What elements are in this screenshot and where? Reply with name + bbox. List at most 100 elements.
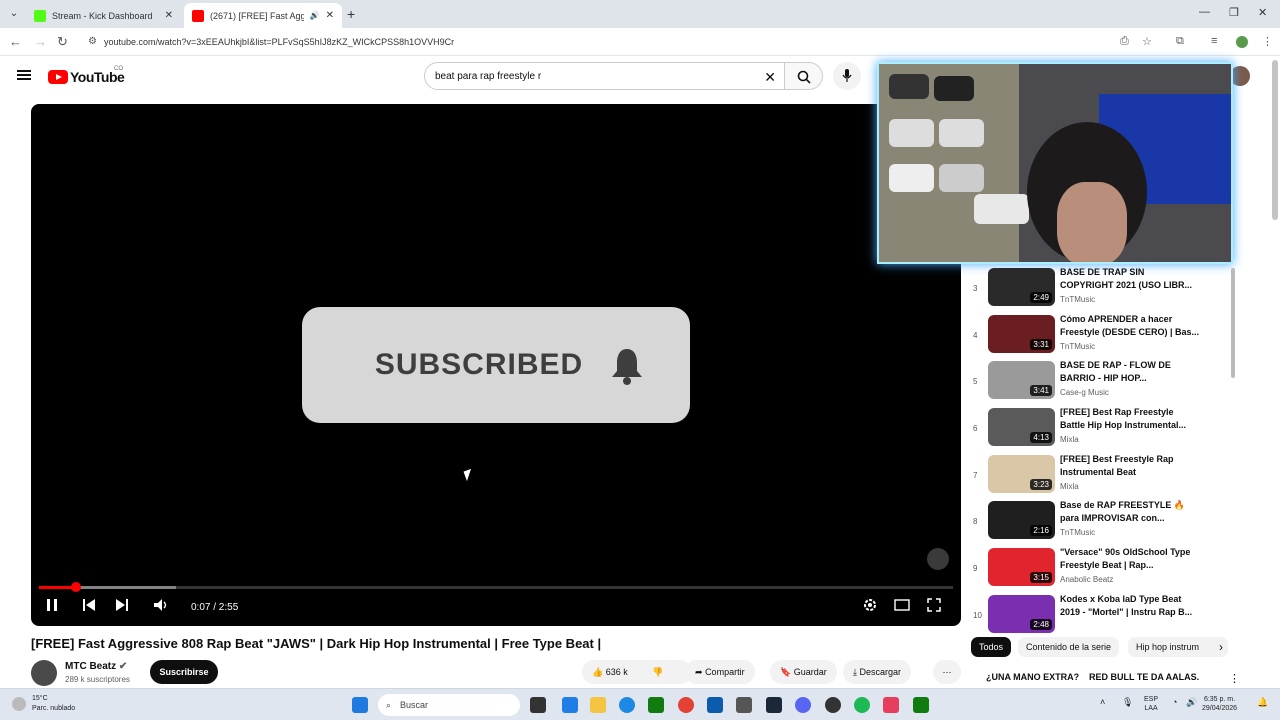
profile-icon[interactable] <box>1236 36 1248 48</box>
playlist-item-title[interactable]: Cómo APRENDER a hacer Freestyle (DESDE C… <box>1060 313 1200 339</box>
video-thumbnail[interactable]: 2:48 <box>988 594 1055 633</box>
menu-icon[interactable]: ⋮ <box>1262 35 1273 48</box>
speaker-icon[interactable]: 🔊 <box>310 11 320 20</box>
download-button[interactable]: ⤓ Descargar <box>843 660 912 684</box>
hamburger-menu-icon[interactable] <box>17 70 31 80</box>
playlist-item-title[interactable]: [FREE] Best Freestyle Rap Instrumental B… <box>1060 453 1200 479</box>
app-icon[interactable] <box>736 697 752 713</box>
playlist-item[interactable]: 10 2:48 Kodes x Koba laD Type Beat 2019 - … <box>973 593 1238 640</box>
scrubber-handle[interactable] <box>70 582 81 592</box>
video-thumbnail[interactable]: 2:49 <box>988 268 1055 306</box>
chip-series-content[interactable]: Contenido de la serie <box>1018 637 1120 657</box>
playlist-item-title[interactable]: BASE DE RAP - FLOW DE BARRIO - HIP HOP..… <box>1060 359 1200 385</box>
video-thumbnail[interactable]: 3:23 <box>988 454 1055 493</box>
windows-start-icon[interactable] <box>352 697 368 713</box>
forward-icon[interactable]: → <box>34 34 47 49</box>
video-thumbnail[interactable]: 4:13 <box>988 408 1055 447</box>
progress-bar[interactable] <box>39 582 953 592</box>
video-thumbnail[interactable]: 3:31 <box>988 314 1055 353</box>
page-scrollbar[interactable] <box>1272 60 1278 220</box>
network-icon[interactable]: ◔ <box>1172 698 1177 707</box>
volume-tray-icon[interactable]: 🔊 <box>1186 698 1197 707</box>
playlist-item[interactable]: 3 2:49 BASE DE TRAP SIN COPYRIGHT 2021 (US… <box>973 266 1238 313</box>
playlist-item[interactable]: 6 4:13 [FREE] Best Rap Freestyle Battle Hi… <box>973 406 1238 453</box>
clear-search-icon[interactable]: ✕ <box>764 63 776 91</box>
discord-icon[interactable] <box>795 697 811 713</box>
bookmark-star-icon[interactable]: ☆ <box>1142 35 1152 48</box>
more-actions-button[interactable]: ⋯ <box>933 660 961 684</box>
minimize-button[interactable]: — <box>1199 6 1210 18</box>
previous-button[interactable] <box>82 598 96 615</box>
taskbar-search[interactable]: ⌕ Buscar <box>378 694 520 716</box>
voice-search-button[interactable] <box>833 62 861 90</box>
xbox-app-icon[interactable] <box>913 697 929 713</box>
close-tab-icon[interactable]: ✕ <box>326 10 334 21</box>
chip-todos[interactable]: Todos <box>971 637 1012 657</box>
playlist-scrollbar[interactable] <box>1231 268 1235 378</box>
playlist-item[interactable]: 5 3:41 BASE DE RAP - FLOW DE BARRIO - HIP … <box>973 359 1238 406</box>
store-icon[interactable] <box>707 697 723 713</box>
fullscreen-button[interactable] <box>927 598 941 615</box>
chip-hip-hop[interactable]: Hip hop instrum <box>1128 637 1228 657</box>
next-button[interactable] <box>115 598 129 615</box>
promo-menu-icon[interactable]: ⋮ <box>1229 672 1240 685</box>
chevron-right-icon[interactable]: › <box>1219 640 1223 654</box>
channel-avatar[interactable] <box>31 660 57 686</box>
back-icon[interactable]: ← <box>9 34 22 49</box>
music-icon[interactable] <box>883 697 899 713</box>
chrome-icon[interactable] <box>678 697 694 713</box>
channel-name[interactable]: MTC Beatz ✔ <box>65 661 127 672</box>
spotify-icon[interactable] <box>854 697 870 713</box>
playlist-item-title[interactable]: BASE DE TRAP SIN COPYRIGHT 2021 (USO LIB… <box>1060 266 1200 292</box>
playlist-item-title[interactable]: "Versace" 90s OldSchool Type Freestyle B… <box>1060 546 1200 572</box>
video-thumbnail[interactable]: 3:15 <box>988 548 1055 587</box>
tray-chevron-icon[interactable]: ˄ <box>1100 698 1105 707</box>
extensions-icon[interactable]: ⧉ <box>1176 35 1184 48</box>
playlist-item[interactable]: 4 3:31 Cómo APRENDER a hacer Freestyle (DE… <box>973 313 1238 360</box>
playlist-item-title[interactable]: Kodes x Koba laD Type Beat 2019 - "Morte… <box>1060 593 1200 619</box>
xbox-icon[interactable] <box>648 697 664 713</box>
file-explorer-icon[interactable] <box>590 697 606 713</box>
dislike-button[interactable]: 👎 <box>652 660 663 684</box>
search-button[interactable] <box>785 62 823 90</box>
maximize-button[interactable]: ❐ <box>1229 6 1239 19</box>
new-tab-button[interactable]: + <box>347 6 355 22</box>
account-avatar[interactable] <box>1230 66 1250 86</box>
close-tab-icon[interactable]: ✕ <box>165 10 173 21</box>
edge-icon[interactable] <box>619 697 635 713</box>
playlist-item-title[interactable]: Base de RAP FREESTYLE 🔥 para IMPROVISAR … <box>1060 499 1200 525</box>
search-input[interactable]: beat para rap freestyle r ✕ <box>424 62 785 90</box>
subscribe-button[interactable]: Suscribirse <box>150 660 218 684</box>
steam-icon[interactable] <box>766 697 782 713</box>
obs-icon[interactable] <box>825 697 841 713</box>
install-icon[interactable]: ⎙ <box>1120 35 1129 48</box>
channel-watermark[interactable] <box>927 548 949 570</box>
site-info-icon[interactable]: ⚙ <box>88 31 97 53</box>
playlist-item[interactable]: 8 2:16 Base de RAP FREESTYLE 🔥 para IMPROV… <box>973 499 1238 546</box>
share-button[interactable]: ➦ Compartir <box>685 660 755 684</box>
weather-icon[interactable] <box>12 697 26 711</box>
playlist-item-title[interactable]: [FREE] Best Rap Freestyle Battle Hip Hop… <box>1060 406 1200 432</box>
widgets-icon[interactable] <box>562 697 578 713</box>
tab-youtube[interactable]: (2671) [FREE] Fast Aggressiv 🔊 ✕ <box>184 3 342 28</box>
promo-banner[interactable]: ¿UNA MANO EXTRA? <box>986 672 1079 682</box>
theater-mode-button[interactable] <box>894 598 910 615</box>
video-thumbnail[interactable]: 2:16 <box>988 501 1055 540</box>
playlist-item[interactable]: 7 3:23 [FREE] Best Freestyle Rap Instrumen… <box>973 453 1238 500</box>
clock[interactable]: 6:35 p. m. 29/04/2026 <box>1202 695 1237 713</box>
language-indicator[interactable]: ESP LAA <box>1144 695 1158 713</box>
like-button[interactable]: 👍 636 k <box>592 667 628 677</box>
close-window-button[interactable]: ✕ <box>1258 6 1267 19</box>
promo-title[interactable]: RED BULL TE DA AALAS. <box>1089 672 1199 682</box>
weather-widget[interactable]: 15°C Parc. nublado <box>32 694 75 714</box>
reload-icon[interactable]: ↻ <box>57 34 68 50</box>
task-view-icon[interactable] <box>530 697 546 713</box>
url-field[interactable]: ⚙ youtube.com/watch?v=3xEEAUhkjbI&list=P… <box>84 31 1184 53</box>
playlist-item[interactable]: 9 3:15 "Versace" 90s OldSchool Type Freest… <box>973 546 1238 593</box>
save-button[interactable]: 🔖 Guardar <box>770 660 837 684</box>
video-thumbnail[interactable]: 3:41 <box>988 361 1055 400</box>
tab-kick-dashboard[interactable]: Stream - Kick Dashboard ✕ <box>26 3 181 28</box>
mic-tray-icon[interactable]: 🎙 <box>1122 698 1133 707</box>
media-icon[interactable]: ≡ <box>1211 35 1217 47</box>
settings-button[interactable] <box>863 598 877 615</box>
